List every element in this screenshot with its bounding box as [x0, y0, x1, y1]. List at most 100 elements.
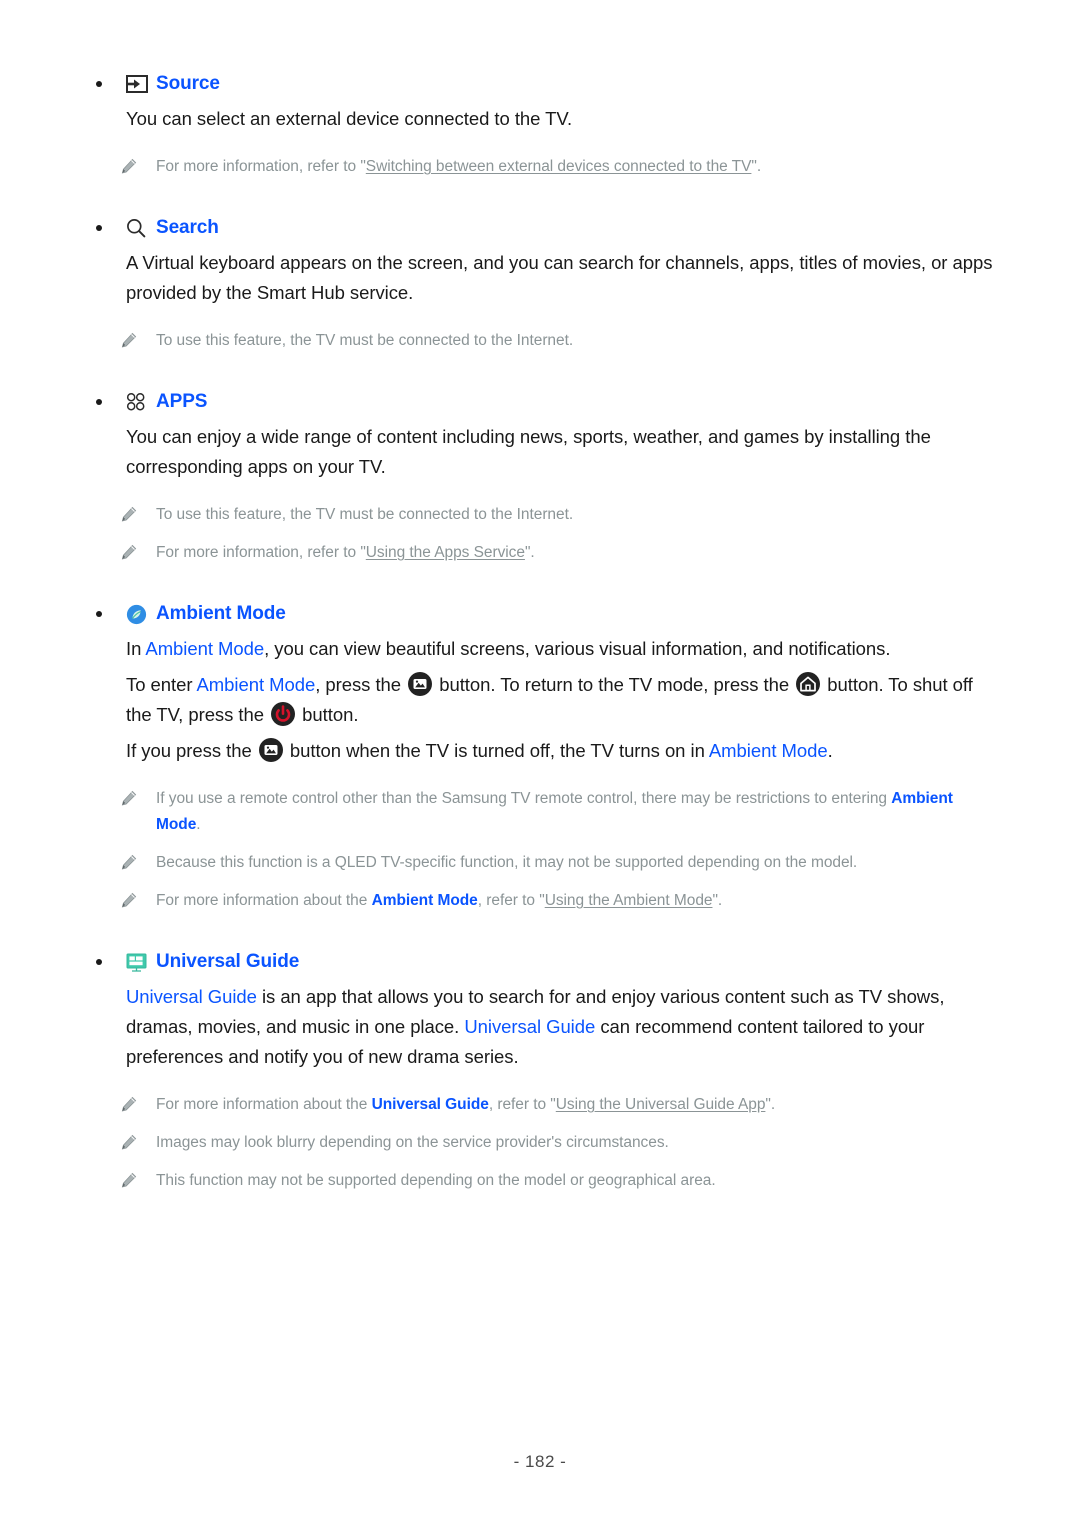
- note-link[interactable]: Using the Apps Service: [366, 544, 525, 561]
- home-button-icon: [796, 672, 821, 696]
- text-fragment: , you can view beautiful screens, variou…: [264, 638, 891, 659]
- note-prefix: For more information, refer to ": [156, 158, 366, 175]
- pencil-note-icon: [120, 154, 156, 180]
- note-prefix: If you use a remote control other than t…: [156, 790, 892, 807]
- ambient-mode-button-icon: [258, 738, 283, 762]
- ambient-paragraph-2: To enter Ambient Mode, press the button.…: [90, 670, 1000, 730]
- pencil-note-icon: [120, 1168, 156, 1194]
- text-fragment: If you press the: [126, 740, 257, 761]
- pencil-note-icon: [120, 540, 156, 566]
- term-ambient-mode: Ambient Mode: [145, 638, 265, 659]
- bullet-marker: [90, 225, 126, 231]
- note-row: For more information about the Universal…: [90, 1092, 1000, 1118]
- section-source: Source You can select an external device…: [90, 70, 1000, 180]
- note-suffix: ".: [524, 544, 535, 561]
- section-ambient-mode: Ambient Mode In Ambient Mode, you can vi…: [90, 600, 1000, 914]
- text-fragment: To enter: [126, 674, 197, 695]
- note-row: This function may not be supported depen…: [90, 1168, 1000, 1194]
- text-fragment: button. To return to the TV mode, press …: [434, 674, 795, 695]
- pencil-note-icon: [120, 502, 156, 528]
- ambient-mode-icon: [126, 604, 156, 625]
- note-text: Images may look blurry depending on the …: [156, 1134, 669, 1151]
- pencil-note-icon: [120, 328, 156, 354]
- search-icon: [126, 218, 156, 238]
- apps-grid-icon: [126, 392, 156, 412]
- bullet-marker: [90, 399, 126, 405]
- bullet-marker: [90, 959, 126, 965]
- universal-guide-icon: [126, 953, 156, 972]
- ambient-paragraph-1: In Ambient Mode, you can view beautiful …: [90, 634, 1000, 664]
- note-text: For more information, refer to "Using th…: [156, 540, 535, 566]
- term-ambient-mode: Ambient Mode: [708, 740, 828, 761]
- note-row: For more information about the Ambient M…: [90, 888, 1000, 914]
- note-suffix: .: [196, 816, 201, 833]
- section-apps: APPS You can enjoy a wide range of conte…: [90, 388, 1000, 566]
- page-number: - 182 -: [513, 1452, 567, 1471]
- section-heading-universal-guide: Universal Guide: [90, 948, 1000, 976]
- section-title-apps: APPS: [156, 391, 208, 412]
- note-row: Because this function is a QLED TV-speci…: [90, 850, 1000, 876]
- pencil-note-icon: [120, 888, 156, 914]
- source-input-icon: [126, 75, 156, 93]
- note-row: To use this feature, the TV must be conn…: [90, 502, 1000, 528]
- note-suffix: ".: [712, 892, 723, 909]
- term-universal-guide: Universal Guide: [371, 1096, 489, 1113]
- section-heading-source: Source: [90, 70, 1000, 98]
- note-mid: , refer to ": [488, 1096, 556, 1113]
- note-text: Because this function is a QLED TV-speci…: [156, 854, 858, 871]
- search-description: A Virtual keyboard appears on the screen…: [126, 252, 993, 303]
- pencil-note-icon: [120, 786, 156, 812]
- section-title-source: Source: [156, 73, 220, 94]
- note-text: For more information about the Ambient M…: [156, 888, 722, 914]
- note-text: For more information about the Universal…: [156, 1092, 775, 1118]
- note-text: If you use a remote control other than t…: [156, 786, 1000, 838]
- term-universal-guide: Universal Guide: [464, 1016, 596, 1037]
- universal-guide-description: Universal Guide is an app that allows yo…: [90, 982, 1000, 1072]
- note-row: For more information, refer to "Using th…: [90, 540, 1000, 566]
- note-text: To use this feature, the TV must be conn…: [156, 506, 574, 523]
- note-link[interactable]: Using the Universal Guide App: [556, 1096, 766, 1113]
- term-universal-guide: Universal Guide: [126, 986, 257, 1007]
- section-heading-apps: APPS: [90, 388, 1000, 416]
- power-button-icon: [271, 702, 296, 726]
- section-title-ambient-mode: Ambient Mode: [156, 603, 286, 624]
- text-fragment: .: [827, 740, 833, 761]
- note-mid: , refer to ": [477, 892, 545, 909]
- manual-page: Source You can select an external device…: [0, 0, 1080, 1527]
- note-prefix: For more information, refer to ": [156, 544, 366, 561]
- note-text: To use this feature, the TV must be conn…: [156, 332, 574, 349]
- note-text: For more information, refer to "Switchin…: [156, 154, 761, 180]
- source-description: You can select an external device connec…: [126, 108, 573, 129]
- section-title-universal-guide: Universal Guide: [156, 951, 300, 972]
- text-fragment: button when the TV is turned off, the TV…: [284, 740, 709, 761]
- ambient-paragraph-3: If you press the button when the TV is t…: [90, 736, 1000, 766]
- text-fragment: button.: [297, 704, 359, 725]
- apps-description: You can enjoy a wide range of content in…: [126, 426, 931, 477]
- section-search: Search A Virtual keyboard appears on the…: [90, 214, 1000, 354]
- note-suffix: ".: [765, 1096, 776, 1113]
- section-title-search: Search: [156, 217, 219, 238]
- note-link[interactable]: Switching between external devices conne…: [366, 158, 752, 175]
- ambient-mode-button-icon: [408, 672, 433, 696]
- pencil-note-icon: [120, 1130, 156, 1156]
- pencil-note-icon: [120, 850, 156, 876]
- note-prefix: For more information about the: [156, 1096, 372, 1113]
- note-suffix: ".: [751, 158, 762, 175]
- term-ambient-mode: Ambient Mode: [196, 674, 316, 695]
- pencil-note-icon: [120, 1092, 156, 1118]
- text-fragment: In: [126, 638, 146, 659]
- note-row: Images may look blurry depending on the …: [90, 1130, 1000, 1156]
- note-row: For more information, refer to "Switchin…: [90, 154, 1000, 180]
- term-ambient-mode: Ambient Mode: [371, 892, 478, 909]
- bullet-marker: [90, 81, 126, 87]
- section-universal-guide: Universal Guide Universal Guide is an ap…: [90, 948, 1000, 1194]
- note-text: This function may not be supported depen…: [156, 1172, 716, 1189]
- note-link[interactable]: Using the Ambient Mode: [545, 892, 713, 909]
- note-prefix: For more information about the: [156, 892, 372, 909]
- section-heading-search: Search: [90, 214, 1000, 242]
- section-heading-ambient-mode: Ambient Mode: [90, 600, 1000, 628]
- note-row: If you use a remote control other than t…: [90, 786, 1000, 838]
- note-row: To use this feature, the TV must be conn…: [90, 328, 1000, 354]
- bullet-marker: [90, 611, 126, 617]
- text-fragment: , press the: [315, 674, 407, 695]
